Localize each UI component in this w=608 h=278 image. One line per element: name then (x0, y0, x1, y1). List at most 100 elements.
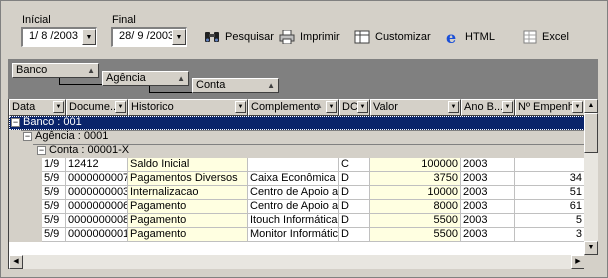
column-header-historico[interactable]: Historico ▼ (128, 99, 248, 116)
pesquisar-label: Pesquisar (225, 31, 274, 43)
cell-documento: 12412 (66, 158, 128, 172)
cell-data: 5/9 (42, 186, 66, 200)
vertical-scroll-thumb[interactable] (584, 113, 598, 153)
filter-dropdown-icon[interactable]: ▼ (326, 101, 337, 113)
cell-empenho: 5 (515, 214, 585, 228)
group-by-conta[interactable]: Conta ▲ (192, 78, 279, 93)
inicial-label: Inícial (22, 14, 51, 26)
cell-complemento (248, 158, 339, 172)
group-by-banco-label: Banco (16, 64, 48, 76)
cell-documento: 0000000007 (66, 172, 128, 186)
vertical-scrollbar[interactable]: ▲ ▼ (584, 99, 598, 255)
table-row[interactable]: 5/9 0000000006 Pagamento Centro de Apoio… (9, 200, 585, 214)
filter-dropdown-icon[interactable]: ▼ (115, 101, 126, 113)
final-date-value: 28/ 9 /2003 (119, 30, 175, 42)
table-row[interactable]: 5/9 0000000007 Pagamentos Diversos Caixa… (9, 172, 585, 186)
cell-data: 5/9 (42, 228, 66, 242)
filter-dropdown-icon[interactable]: ▼ (53, 101, 64, 113)
group-by-agencia[interactable]: Agência ▲ (102, 71, 189, 86)
customizar-label: Customizar (375, 31, 431, 43)
scroll-up-button[interactable]: ▲ (584, 99, 598, 113)
binoculars-icon (204, 30, 220, 44)
column-header-dc[interactable]: DC ▼ (339, 99, 370, 116)
inicial-date-dropdown-button[interactable]: ▼ (82, 29, 96, 45)
table-row[interactable]: 5/9 0000000008 Pagamento Itouch Informát… (9, 214, 585, 228)
cell-ano: 2003 (461, 158, 515, 172)
customizar-button[interactable]: Customizar (354, 29, 431, 45)
column-header-valor[interactable]: Valor ▼ (370, 99, 461, 116)
column-header-data[interactable]: Data ▼ (9, 99, 66, 116)
cell-valor: 3750 (370, 172, 461, 186)
cell-dc: D (339, 214, 370, 228)
cell-empenho: 51 (515, 186, 585, 200)
cell-ano: 2003 (461, 228, 515, 242)
cell-complemento: Centro de Apoio ao D (248, 200, 339, 214)
html-label: HTML (465, 31, 495, 43)
imprimir-label: Imprimir (300, 31, 340, 43)
cell-dc: D (339, 186, 370, 200)
horizontal-scrollbar[interactable]: ◀ ▶ (9, 255, 585, 269)
sort-arrow-icon: ▲ (87, 66, 95, 75)
html-button[interactable]: e HTML (444, 29, 495, 45)
filter-dropdown-icon[interactable]: ▼ (572, 101, 583, 113)
collapse-toggle-icon[interactable]: − (37, 146, 46, 155)
column-header-ano[interactable]: Ano B... ▼ (461, 99, 515, 116)
cell-dc: D (339, 200, 370, 214)
group-row-banco[interactable]: − Banco : 001 (9, 116, 585, 130)
filter-dropdown-icon[interactable]: ▼ (502, 101, 513, 113)
excel-button[interactable]: Excel (523, 29, 569, 45)
cell-dc: C (339, 158, 370, 172)
table-row[interactable]: 1/9 12412 Saldo Inicial C 100000 2003 (9, 158, 585, 172)
cell-dc: D (339, 172, 370, 186)
filter-dropdown-icon[interactable]: ▼ (357, 101, 368, 113)
inicial-date-value: 1/ 8 /2003 (29, 30, 78, 42)
cell-historico: Pagamento (128, 228, 248, 242)
scroll-left-button[interactable]: ◀ (9, 255, 23, 269)
sort-arrow-icon: ▲ (177, 74, 185, 83)
scrollbar-corner (584, 255, 598, 269)
final-date-dropdown-button[interactable]: ▼ (172, 29, 186, 45)
cell-historico: Pagamento (128, 214, 248, 228)
final-date-field[interactable]: 28/ 9 /2003 ▼ (111, 27, 187, 47)
group-by-panel[interactable]: Banco ▲ Agência ▲ Conta ▲ (8, 59, 598, 99)
inicial-date-field[interactable]: 1/ 8 /2003 ▼ (21, 27, 97, 47)
cell-valor: 10000 (370, 186, 461, 200)
table-row[interactable]: 5/9 0000000001 Pagamento Monitor Informá… (9, 228, 585, 242)
group-row-conta[interactable]: − Conta : 00001-X (9, 144, 585, 158)
cell-valor: 8000 (370, 200, 461, 214)
cell-historico: Pagamento (128, 200, 248, 214)
cell-ano: 2003 (461, 214, 515, 228)
scroll-down-button[interactable]: ▼ (584, 241, 598, 255)
cell-empenho: 34 (515, 172, 585, 186)
pesquisar-button[interactable]: Pesquisar (204, 29, 274, 45)
column-header-documento[interactable]: Docume... ▼ (66, 99, 128, 116)
cell-valor: 5500 (370, 214, 461, 228)
group-by-conta-label: Conta (196, 79, 226, 91)
group-agencia-label: Agência : 0001 (35, 130, 109, 142)
group-row-agencia[interactable]: − Agência : 0001 (9, 130, 585, 144)
imprimir-button[interactable]: Imprimir (279, 29, 340, 45)
scroll-right-button[interactable]: ▶ (571, 255, 585, 269)
cell-complemento: Centro de Apoio ao D (248, 186, 339, 200)
cell-valor: 100000 (370, 158, 461, 172)
report-window: Inícial 1/ 8 /2003 ▼ Final 28/ 9 /2003 ▼… (0, 0, 608, 278)
cell-historico: Internalizacao (128, 186, 248, 200)
column-header-empenho[interactable]: Nº Empenho ▼ (515, 99, 585, 116)
collapse-toggle-icon[interactable]: − (23, 132, 32, 141)
excel-icon (523, 30, 537, 44)
filter-dropdown-icon[interactable]: ▼ (448, 101, 459, 113)
table-row[interactable]: 5/9 0000000003 Internalizacao Centro de … (9, 186, 585, 200)
column-header-complemento[interactable]: Complemento ▲ ▼ (248, 99, 339, 116)
cell-ano: 2003 (461, 200, 515, 214)
filter-dropdown-icon[interactable]: ▼ (235, 101, 246, 113)
data-grid[interactable]: Data ▼ Docume... ▼ Historico ▼ Complemen… (8, 99, 598, 269)
cell-documento: 0000000001 (66, 228, 128, 242)
grid-header: Data ▼ Docume... ▼ Historico ▼ Complemen… (9, 99, 585, 116)
group-connector (149, 92, 192, 93)
internet-explorer-icon: e (444, 29, 460, 45)
cell-empenho: 3 (515, 228, 585, 242)
final-label: Final (112, 14, 136, 26)
excel-label: Excel (542, 31, 569, 43)
group-by-banco[interactable]: Banco ▲ (12, 63, 99, 78)
collapse-toggle-icon[interactable]: − (11, 118, 20, 127)
